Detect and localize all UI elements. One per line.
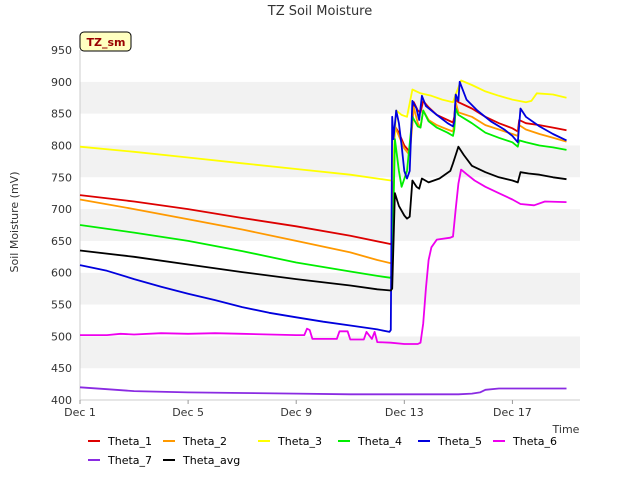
- legend-label: Theta_6: [512, 435, 557, 448]
- grid-bands: [80, 50, 580, 400]
- legend-item-theta-2: Theta_2: [163, 435, 227, 448]
- legend-item-theta-7: Theta_7: [88, 454, 152, 467]
- legend-label: Theta_5: [437, 435, 482, 448]
- legend-item-theta-avg: Theta_avg: [163, 454, 240, 467]
- x-tick-label: Dec 9: [280, 406, 312, 419]
- legend-item-theta-6: Theta_6: [493, 435, 557, 448]
- legend-item-theta-5: Theta_5: [418, 435, 482, 448]
- x-tick-label: Dec 1: [64, 406, 96, 419]
- legend-label: Theta_4: [357, 435, 402, 448]
- y-tick-label: 750: [51, 171, 72, 184]
- y-tick-label: 600: [51, 267, 72, 280]
- y-tick-label: 650: [51, 235, 72, 248]
- y-axis-ticks: 400450500550600650700750800850900950: [51, 44, 72, 407]
- legend-item-theta-3: Theta_3: [258, 435, 322, 448]
- y-tick-label: 550: [51, 299, 72, 312]
- grid-band: [80, 368, 580, 400]
- legend-label: Theta_1: [107, 435, 152, 448]
- chart: 400450500550600650700750800850900950 Dec…: [8, 4, 580, 467]
- legend: Theta_1 Theta_2 Theta_3 Theta_4 Theta_5 Theta…: [88, 435, 557, 467]
- x-tick-label: Dec 5: [172, 406, 204, 419]
- y-axis-title: Soil Moisture (mV): [8, 172, 21, 273]
- x-tick-label: Dec 17: [493, 406, 532, 419]
- legend-label: Theta_avg: [182, 454, 240, 467]
- grid-band: [80, 304, 580, 337]
- grid-band: [80, 272, 580, 305]
- legend-item-theta-1: Theta_1: [88, 435, 152, 448]
- y-tick-label: 850: [51, 108, 72, 121]
- grid-band: [80, 50, 580, 82]
- grid-band: [80, 336, 580, 369]
- chart-title: TZ Soil Moisture: [267, 4, 373, 19]
- legend-item-theta-4: Theta_4: [338, 435, 402, 448]
- y-tick-label: 500: [51, 330, 72, 343]
- y-tick-label: 800: [51, 139, 72, 152]
- badge-label: TZ_sm: [87, 36, 126, 49]
- badge: TZ_sm: [79, 31, 132, 52]
- y-tick-label: 450: [51, 362, 72, 375]
- y-tick-label: 950: [51, 44, 72, 57]
- legend-label: Theta_2: [182, 435, 227, 448]
- x-axis-ticks: Dec 1 Dec 5 Dec 9 Dec 13 Dec 17: [64, 400, 532, 419]
- legend-label: Theta_3: [277, 435, 322, 448]
- y-tick-label: 900: [51, 76, 72, 89]
- x-tick-label: Dec 13: [385, 406, 424, 419]
- y-tick-label: 700: [51, 203, 72, 216]
- legend-label: Theta_7: [107, 454, 152, 467]
